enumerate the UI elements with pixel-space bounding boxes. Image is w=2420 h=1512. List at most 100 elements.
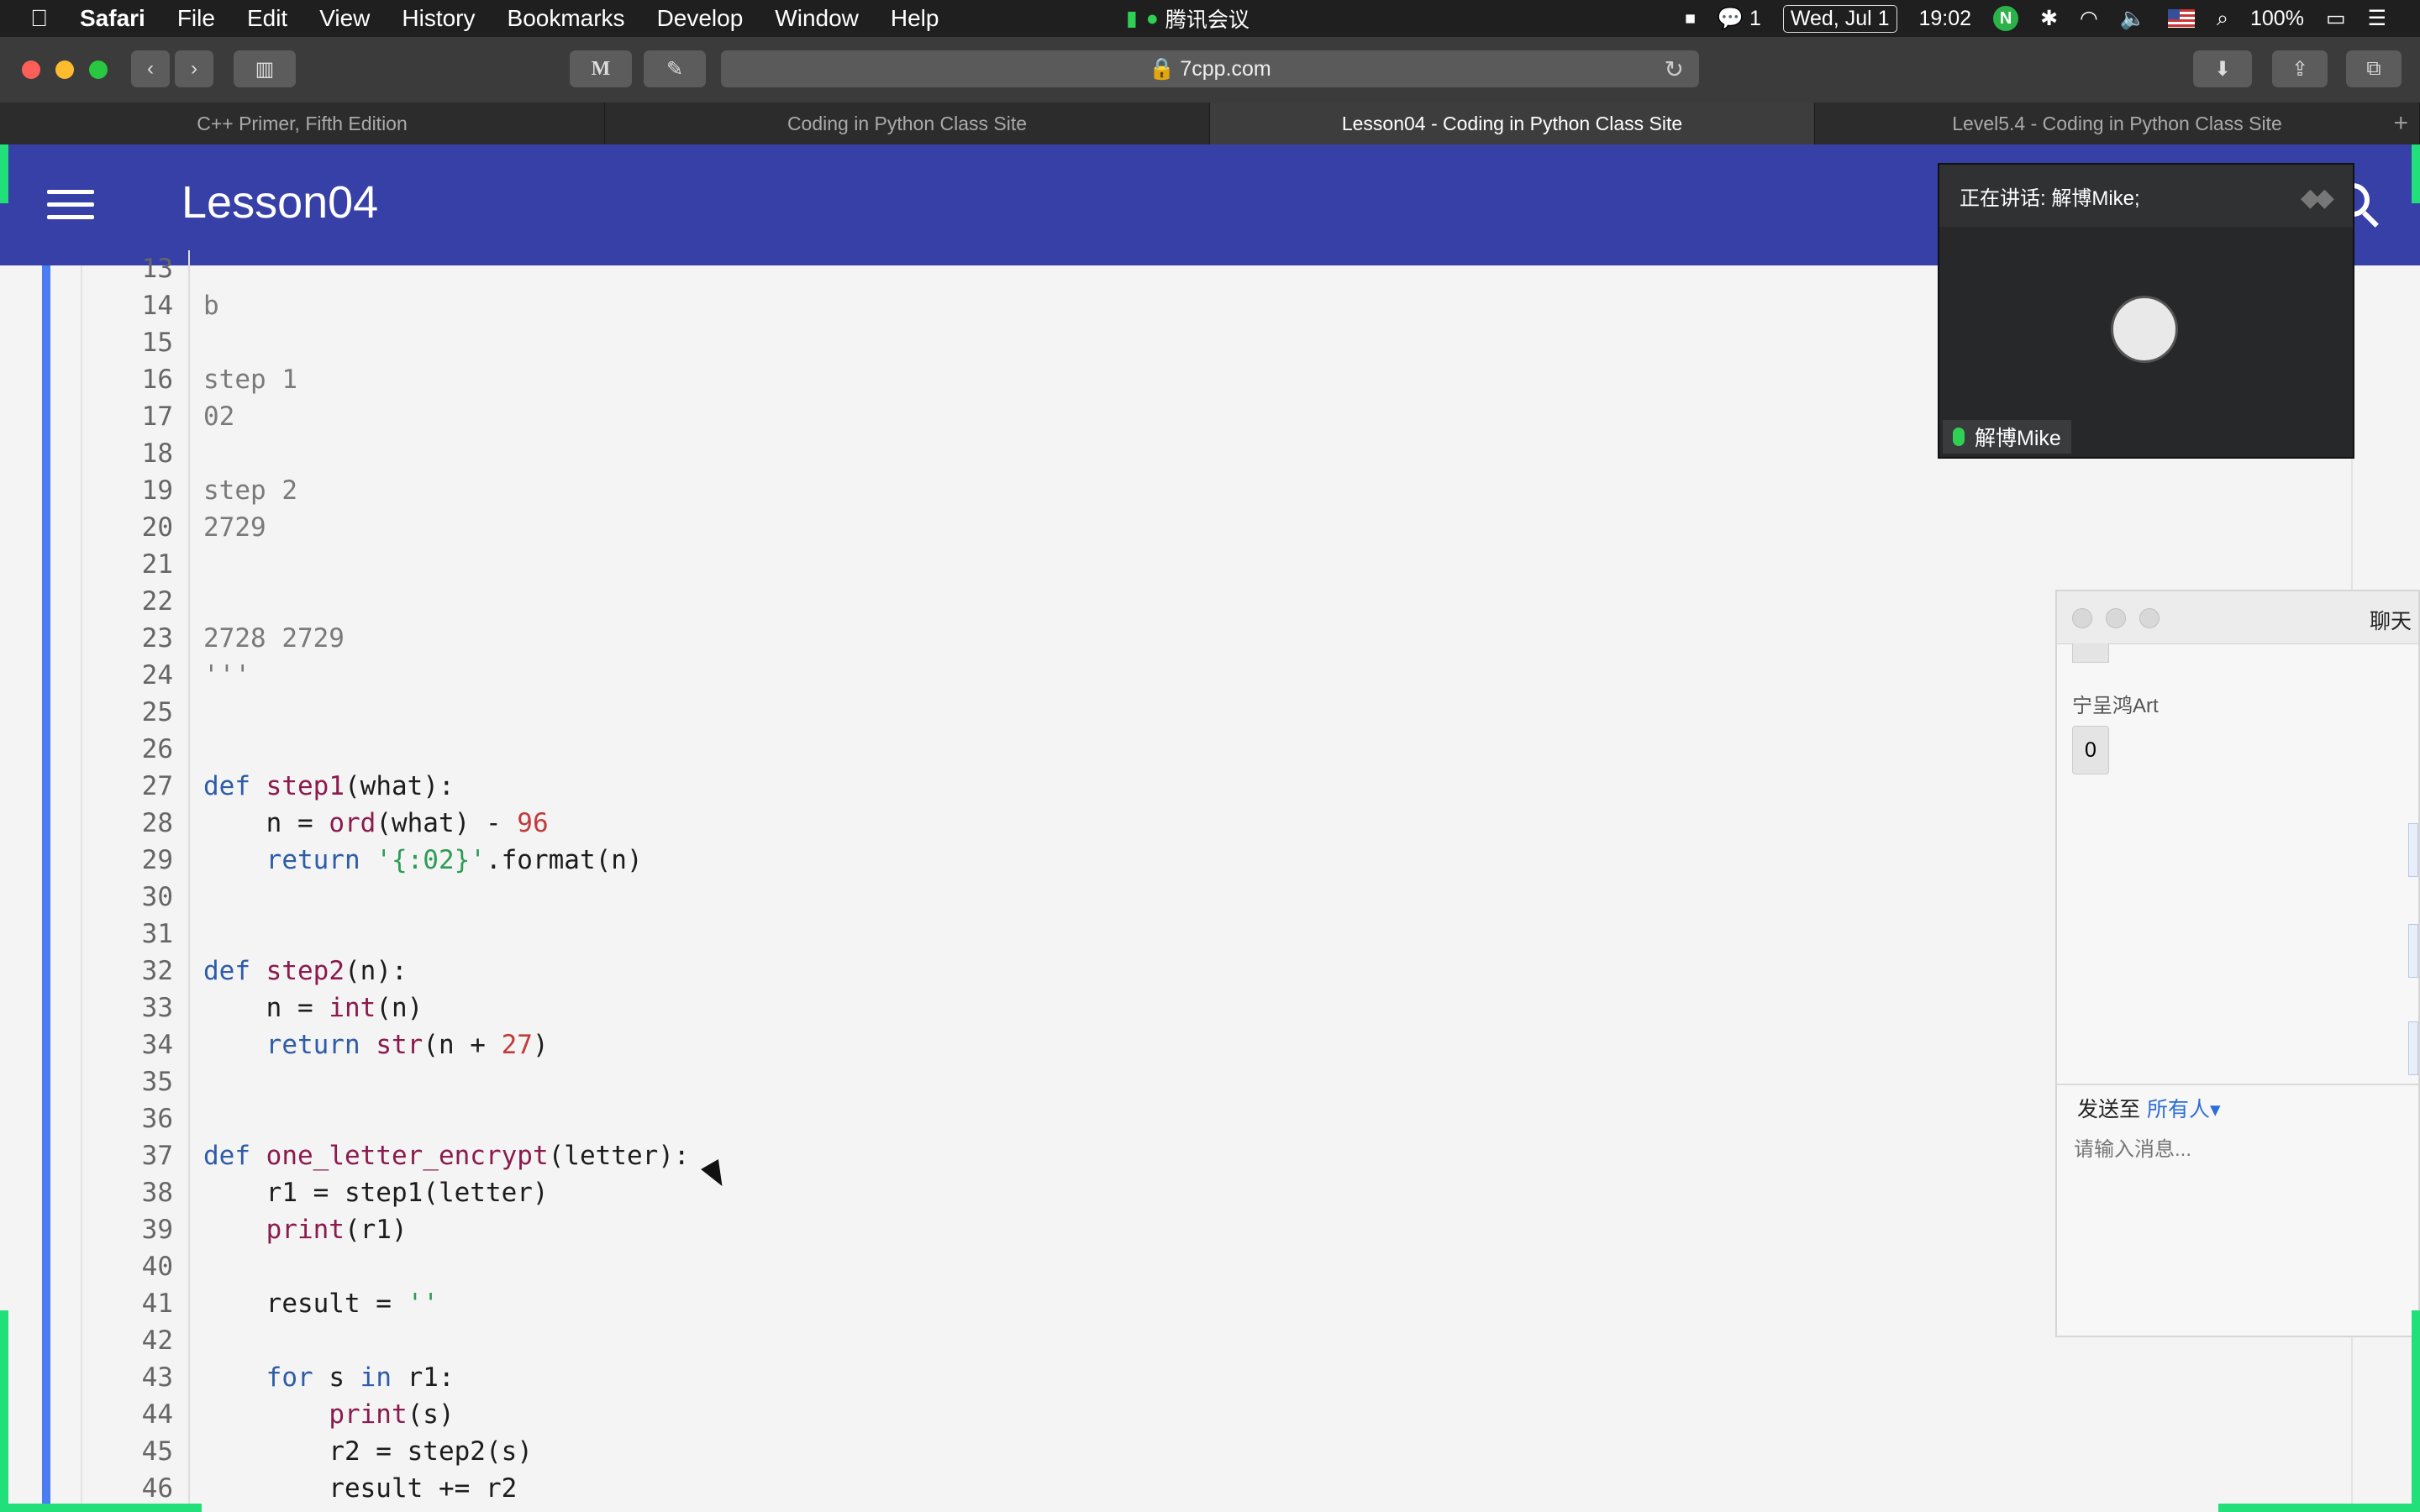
line-code: result = '' [203,1289,439,1319]
n-app-icon[interactable]: N [1993,6,2019,31]
line-code: n = ord(what) - 96 [203,808,549,838]
chat-window: 聊天 宁呈鸿Art 0 发送至 所有人▾ [2055,590,2420,1337]
line-number: 27 [141,771,173,801]
zoom-window-button[interactable] [89,60,108,79]
menu-view[interactable]: View [319,5,370,32]
line-number: 21 [141,549,173,580]
new-tab-button[interactable]: + [2393,109,2408,138]
tab-lesson04[interactable]: Lesson04 - Coding in Python Class Site [1210,102,1815,144]
line-number: 35 [141,1067,173,1097]
meeting-status[interactable]: ▮ ● 腾讯会议 [1126,0,1249,37]
previous-message-bubble [2072,643,2109,663]
menu-history[interactable]: History [402,5,475,32]
share-button[interactable]: ⇪ [2272,50,2328,87]
line-number: 37 [141,1141,173,1171]
line-code: return str(n + 27) [266,1030,549,1060]
address-bar-url: 7cpp.com [1180,56,1271,81]
chat-edge-button[interactable] [2408,823,2418,877]
chat-message-input[interactable] [2072,1137,2395,1163]
tab-coding-python[interactable]: Coding in Python Class Site [605,102,1210,144]
line-number: 24 [141,660,173,690]
line-code: def step1(what): [203,771,455,801]
chat-window-titlebar[interactable]: 聊天 [2057,591,2418,644]
line-number: 34 [141,1030,173,1060]
line-number: 19 [141,475,173,506]
line-number: 40 [141,1252,173,1282]
line-number: 32 [141,956,173,986]
forward-button[interactable]: › [175,50,213,87]
signal-icon: ▮ [1126,7,1138,30]
line-number: 16 [141,365,173,395]
menu-bookmarks[interactable]: Bookmarks [508,5,625,32]
line-code: return '{:02}'.format(n) [266,845,643,875]
line-code: 2728 2729 [203,623,345,654]
downloads-button[interactable]: ⬇ [2193,50,2252,87]
address-bar[interactable]: 🔒 7cpp.com ↻ [721,50,1699,87]
volume-icon[interactable]: 🔈 [2120,7,2146,31]
back-button[interactable]: ‹ [131,50,170,87]
sidebar-icon: ▥ [255,57,275,81]
battery-icon[interactable]: ▭ [2326,6,2346,31]
speaking-indicator: 正在讲话: 解博Mike; [1939,165,2353,227]
close-window-button[interactable] [22,60,40,79]
menu-edit[interactable]: Edit [247,5,287,32]
line-number: 45 [141,1436,173,1467]
battery-percent[interactable]: 100% [2250,7,2304,31]
line-code: 2729 [203,512,266,543]
us-flag-input-icon[interactable] [2167,9,2195,28]
line-code: step 1 [203,365,297,395]
line-number: 26 [141,734,173,764]
wechat-status[interactable]: 💬 1 [1718,7,1761,31]
menu-time[interactable]: 19:02 [1919,7,1972,31]
send-to-dropdown[interactable]: 所有人▾ [2147,1093,2221,1123]
chat-title: 聊天 [2369,610,2412,633]
chat-minimize-button[interactable] [2106,608,2126,628]
chat-close-button[interactable] [2072,608,2092,628]
chat-edge-button[interactable] [2408,924,2418,978]
tab-cpp-primer[interactable]: C++ Primer, Fifth Edition [0,102,605,144]
menu-window[interactable]: Window [775,5,859,32]
line-number: 17 [141,402,173,432]
record-stop-icon[interactable]: ⏹ [1685,7,1696,31]
menu-app-name[interactable]: Safari [80,5,145,32]
evernote-extension-button[interactable]: ✎ [644,50,706,87]
apple-icon[interactable]:  [30,5,48,32]
reload-icon[interactable]: ↻ [1665,55,1684,83]
line-number: 39 [141,1215,173,1245]
line-number: 15 [141,328,173,358]
line-number: 42 [141,1326,173,1356]
minimize-window-button[interactable] [55,60,74,79]
elephant-icon: ✎ [666,57,684,81]
chat-zoom-button[interactable] [2139,608,2160,628]
tab-level54[interactable]: Level5.4 - Coding in Python Class Site [1815,102,2420,144]
notification-center-icon[interactable]: ☰ [2368,6,2386,31]
menu-help[interactable]: Help [891,5,939,32]
menu-hamburger-icon[interactable] [47,190,94,220]
spotlight-search-icon[interactable]: ⌕ [2217,7,2228,31]
line-code: 02 [203,402,235,432]
line-code: r2 = step2(s) [203,1436,533,1467]
m-extension-button[interactable]: M [570,50,632,87]
line-code: print(r1) [266,1215,408,1245]
line-number: 36 [141,1104,173,1134]
line-code: step 2 [203,475,297,506]
line-number: 13 [141,254,173,284]
meeting-video-window[interactable]: 正在讲话: 解博Mike; ◆◆ 解博Mike [1939,165,2353,457]
recording-frame-marker [2218,1504,2420,1512]
sidebar-button[interactable]: ▥ [234,50,296,87]
wifi-icon[interactable]: ◠ [2080,6,2098,31]
meeting-app-name: 腾讯会议 [1165,8,1249,32]
menu-develop[interactable]: Develop [657,5,744,32]
tab-overview-button[interactable]: ⧉ [2346,50,2402,87]
line-code: print(s) [329,1399,455,1430]
line-number: 29 [141,845,173,875]
chevron-right-icon: › [191,57,197,80]
menu-date[interactable]: Wed, Jul 1 [1782,4,1897,33]
line-number: 46 [141,1473,173,1504]
tabs-icon: ⧉ [2366,57,2381,80]
speaker-avatar [2111,296,2178,363]
line-number: 28 [141,808,173,838]
menu-file[interactable]: File [177,5,215,32]
chat-edge-button[interactable] [2408,1021,2418,1075]
bluetooth-icon[interactable]: ✱ [2040,6,2058,31]
